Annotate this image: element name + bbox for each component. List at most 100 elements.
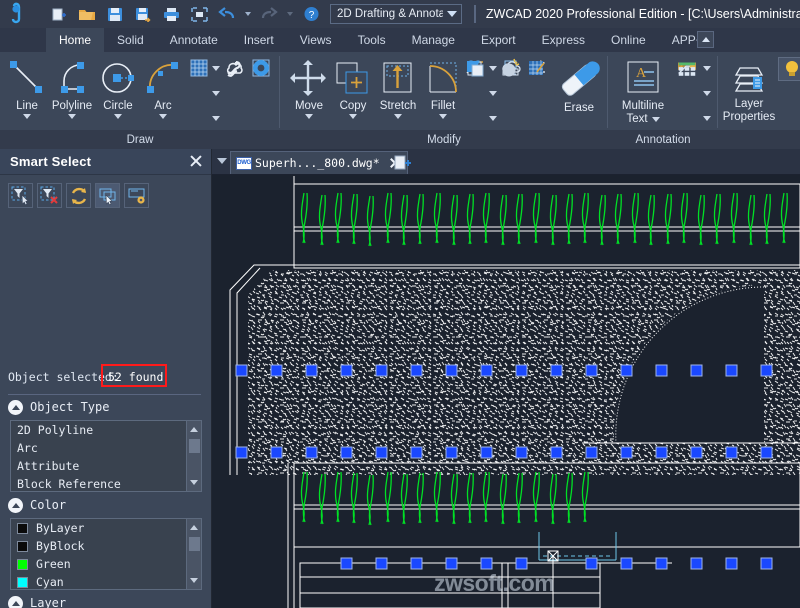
title-divider [474,5,476,23]
scrollbar[interactable] [186,519,201,589]
fillet-button[interactable]: Fillet [420,56,466,119]
chevron-down-icon[interactable] [489,91,497,96]
copy-button[interactable]: Copy [330,56,376,119]
save-as-icon[interactable] [130,2,156,26]
scroll-thumb[interactable] [189,439,200,453]
color-listbox[interactable]: ByLayer ByBlock Green Cyan [10,518,202,590]
tab-express[interactable]: Express [529,28,598,52]
open-folder-icon[interactable] [74,2,100,26]
object-type-listbox[interactable]: 2D Polyline Arc Attribute Block Referenc… [10,420,202,492]
new-file-icon[interactable] [46,2,72,26]
redo-dropdown-icon[interactable] [284,2,296,26]
list-item[interactable]: ByBlock [11,537,201,555]
refresh-icon[interactable] [66,183,91,208]
panel-divider [8,394,201,395]
chevron-down-icon[interactable] [68,114,76,119]
undo-dropdown-icon[interactable] [242,2,254,26]
tab-views[interactable]: Views [287,28,345,52]
list-item[interactable]: Green [11,555,201,573]
scroll-up-icon[interactable] [190,421,198,435]
plot-preview-icon[interactable] [186,2,212,26]
circle-button[interactable]: Circle [95,56,141,119]
chevron-down-icon[interactable] [23,114,31,119]
help-icon[interactable]: ? [298,2,324,26]
line-button[interactable]: Line [4,56,50,119]
section-header-color[interactable]: Color [0,496,212,514]
chevron-down-icon[interactable] [212,116,220,121]
chevron-down-icon[interactable] [114,114,122,119]
list-item[interactable]: Cyan [11,573,201,590]
chevron-down-icon[interactable] [652,117,660,122]
list-item[interactable]: ByLayer [11,519,201,537]
move-icon [286,56,332,100]
section-title: Color [30,498,66,512]
chevron-down-icon[interactable] [703,91,711,96]
move-button[interactable]: Move [286,56,332,119]
select-all-icon[interactable] [95,183,120,208]
ribbon-collapse-button[interactable] [697,31,714,48]
chevron-down-icon[interactable] [439,114,447,119]
document-tab[interactable]: DWG Superh..._800.dwg* [230,151,408,174]
section-header-layer[interactable]: Layer [0,594,212,608]
new-drawing-button[interactable] [392,153,414,172]
multiline-text-button[interactable]: A Multiline Text [612,56,674,126]
list-item[interactable]: Block Reference [11,475,201,492]
chevron-down-icon[interactable] [703,66,711,71]
color-swatch [17,523,28,534]
edit-hatch-icon[interactable] [526,57,548,79]
layer-on-bulb-icon[interactable] [778,57,800,81]
chevron-down-icon[interactable] [489,116,497,121]
offset-icon[interactable] [464,57,486,79]
scrollbar[interactable] [186,421,201,491]
workspace-selector[interactable]: 2D Drafting & Annotati [330,4,462,24]
scroll-down-icon[interactable] [190,575,198,589]
tab-annotate[interactable]: Annotate [157,28,231,52]
revision-cloud-icon[interactable] [224,57,246,79]
table-icon[interactable] [676,57,698,79]
hatch-icon[interactable] [188,57,210,79]
zwcad-logo-icon[interactable] [0,0,42,28]
list-item[interactable]: Attribute [11,457,201,475]
undo-icon[interactable] [214,2,240,26]
tab-insert[interactable]: Insert [231,28,287,52]
annotation-small-buttons [676,57,716,129]
circle-icon [95,56,141,100]
tab-online[interactable]: Online [598,28,659,52]
select-similar-icon[interactable] [8,183,33,208]
tab-tools[interactable]: Tools [345,28,399,52]
donut-icon[interactable] [250,57,272,79]
tab-home[interactable]: Home [46,28,104,52]
list-item[interactable]: Arc [11,439,201,457]
scroll-up-icon[interactable] [190,519,198,533]
settings-icon[interactable] [124,183,149,208]
polyline-button[interactable]: Polyline [49,56,95,119]
section-header-object-type[interactable]: Object Type [0,398,212,416]
redo-icon[interactable] [256,2,282,26]
deselect-similar-icon[interactable] [37,183,62,208]
chevron-down-icon[interactable] [159,114,167,119]
layer-properties-button[interactable]: Layer Properties [718,56,780,124]
chevron-down-icon[interactable] [212,66,220,71]
print-icon[interactable] [158,2,184,26]
stretch-button[interactable]: Stretch [375,56,421,119]
close-icon[interactable] [189,154,203,168]
tab-manage[interactable]: Manage [399,28,468,52]
chevron-down-icon[interactable] [305,114,313,119]
tab-solid[interactable]: Solid [104,28,157,52]
erase-button[interactable]: Erase [556,58,602,114]
drawing-canvas[interactable]: zwsoft.com [212,175,800,608]
chevron-down-icon[interactable] [349,114,357,119]
chevron-down-icon[interactable] [212,91,220,96]
explode-bomb-icon[interactable] [500,57,522,79]
save-icon[interactable] [102,2,128,26]
chevron-down-icon[interactable] [703,116,711,121]
tab-export[interactable]: Export [468,28,529,52]
arc-button[interactable]: Arc [140,56,186,119]
scroll-down-icon[interactable] [190,477,198,491]
erase-label: Erase [556,102,602,114]
chevron-down-icon[interactable] [394,114,402,119]
scroll-thumb[interactable] [189,537,200,551]
chevron-down-icon[interactable] [217,158,227,164]
chevron-down-icon[interactable] [489,66,497,71]
list-item[interactable]: 2D Polyline [11,421,201,439]
